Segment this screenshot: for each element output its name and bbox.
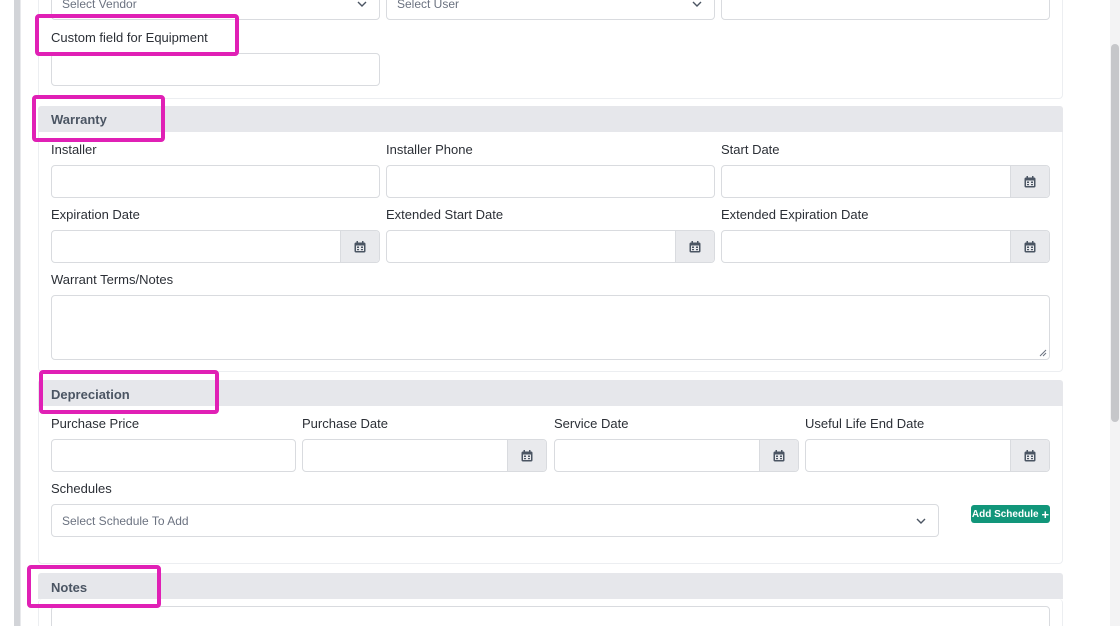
purchase-price-label: Purchase Price	[51, 416, 140, 431]
start-date-input[interactable]	[721, 165, 1050, 198]
calendar-icon[interactable]	[759, 440, 798, 471]
expiration-date-label: Expiration Date	[51, 207, 140, 222]
installer-input[interactable]	[51, 165, 380, 198]
calendar-icon[interactable]	[340, 231, 379, 262]
extended-expiration-date-label: Extended Expiration Date	[721, 207, 869, 222]
service-date-input[interactable]	[554, 439, 799, 472]
extended-expiration-date-input[interactable]	[721, 230, 1050, 263]
expiration-date-input[interactable]	[51, 230, 380, 263]
vendor-select-value: Select Vendor	[62, 0, 137, 11]
highlight-notes	[27, 565, 161, 608]
calendar-icon[interactable]	[507, 440, 546, 471]
chevron-down-icon	[690, 0, 704, 11]
notes-header	[38, 573, 1063, 599]
useful-life-end-text[interactable]	[806, 440, 1010, 471]
start-date-label: Start Date	[721, 142, 780, 157]
calendar-icon[interactable]	[1010, 166, 1049, 197]
purchase-date-input[interactable]	[302, 439, 547, 472]
purchase-date-label: Purchase Date	[302, 416, 388, 431]
installer-phone-input[interactable]	[386, 165, 715, 198]
scrollbar-thumb[interactable]	[1111, 44, 1119, 422]
calendar-icon[interactable]	[1010, 440, 1049, 471]
left-rail-divider	[20, 0, 21, 626]
expiration-date-text[interactable]	[52, 231, 340, 262]
calendar-icon[interactable]	[675, 231, 714, 262]
warranty-terms-textarea[interactable]	[51, 295, 1050, 360]
highlight-depreciation	[39, 370, 219, 414]
highlight-custom-field	[35, 14, 239, 56]
useful-life-end-label: Useful Life End Date	[805, 416, 925, 431]
installer-label: Installer	[51, 142, 97, 157]
extended-start-date-text[interactable]	[387, 231, 675, 262]
notes-textarea[interactable]	[51, 606, 1050, 626]
extended-expiration-date-text[interactable]	[722, 231, 1010, 262]
calendar-icon[interactable]	[1010, 231, 1049, 262]
add-schedule-label: Add Schedule	[971, 508, 1039, 520]
chevron-down-icon	[355, 0, 369, 11]
purchase-date-text[interactable]	[303, 440, 507, 471]
start-date-text[interactable]	[722, 166, 1010, 197]
extended-start-date-input[interactable]	[386, 230, 715, 263]
service-date-label: Service Date	[554, 416, 629, 431]
warranty-header	[38, 106, 1063, 132]
service-date-text[interactable]	[555, 440, 759, 471]
purchase-price-input[interactable]	[51, 439, 296, 472]
user-select-value: Select User	[397, 0, 460, 11]
schedules-label: Schedules	[51, 481, 112, 496]
top-right-input[interactable]	[721, 0, 1050, 20]
resize-grip-icon[interactable]	[1039, 349, 1047, 357]
useful-life-end-input[interactable]	[805, 439, 1050, 472]
schedule-select-value: Select Schedule To Add	[62, 513, 189, 528]
plus-icon: +	[1041, 506, 1050, 522]
chevron-down-icon	[914, 514, 928, 528]
installer-phone-label: Installer Phone	[386, 142, 473, 157]
custom-field-input[interactable]	[51, 53, 380, 86]
warranty-terms-label: Warrant Terms/Notes	[51, 272, 174, 287]
user-select[interactable]: Select User	[386, 0, 715, 20]
highlight-warranty	[32, 95, 165, 142]
extended-start-date-label: Extended Start Date	[386, 207, 504, 222]
schedule-select[interactable]: Select Schedule To Add	[51, 504, 939, 537]
add-schedule-button[interactable]: Add Schedule +	[971, 505, 1050, 523]
